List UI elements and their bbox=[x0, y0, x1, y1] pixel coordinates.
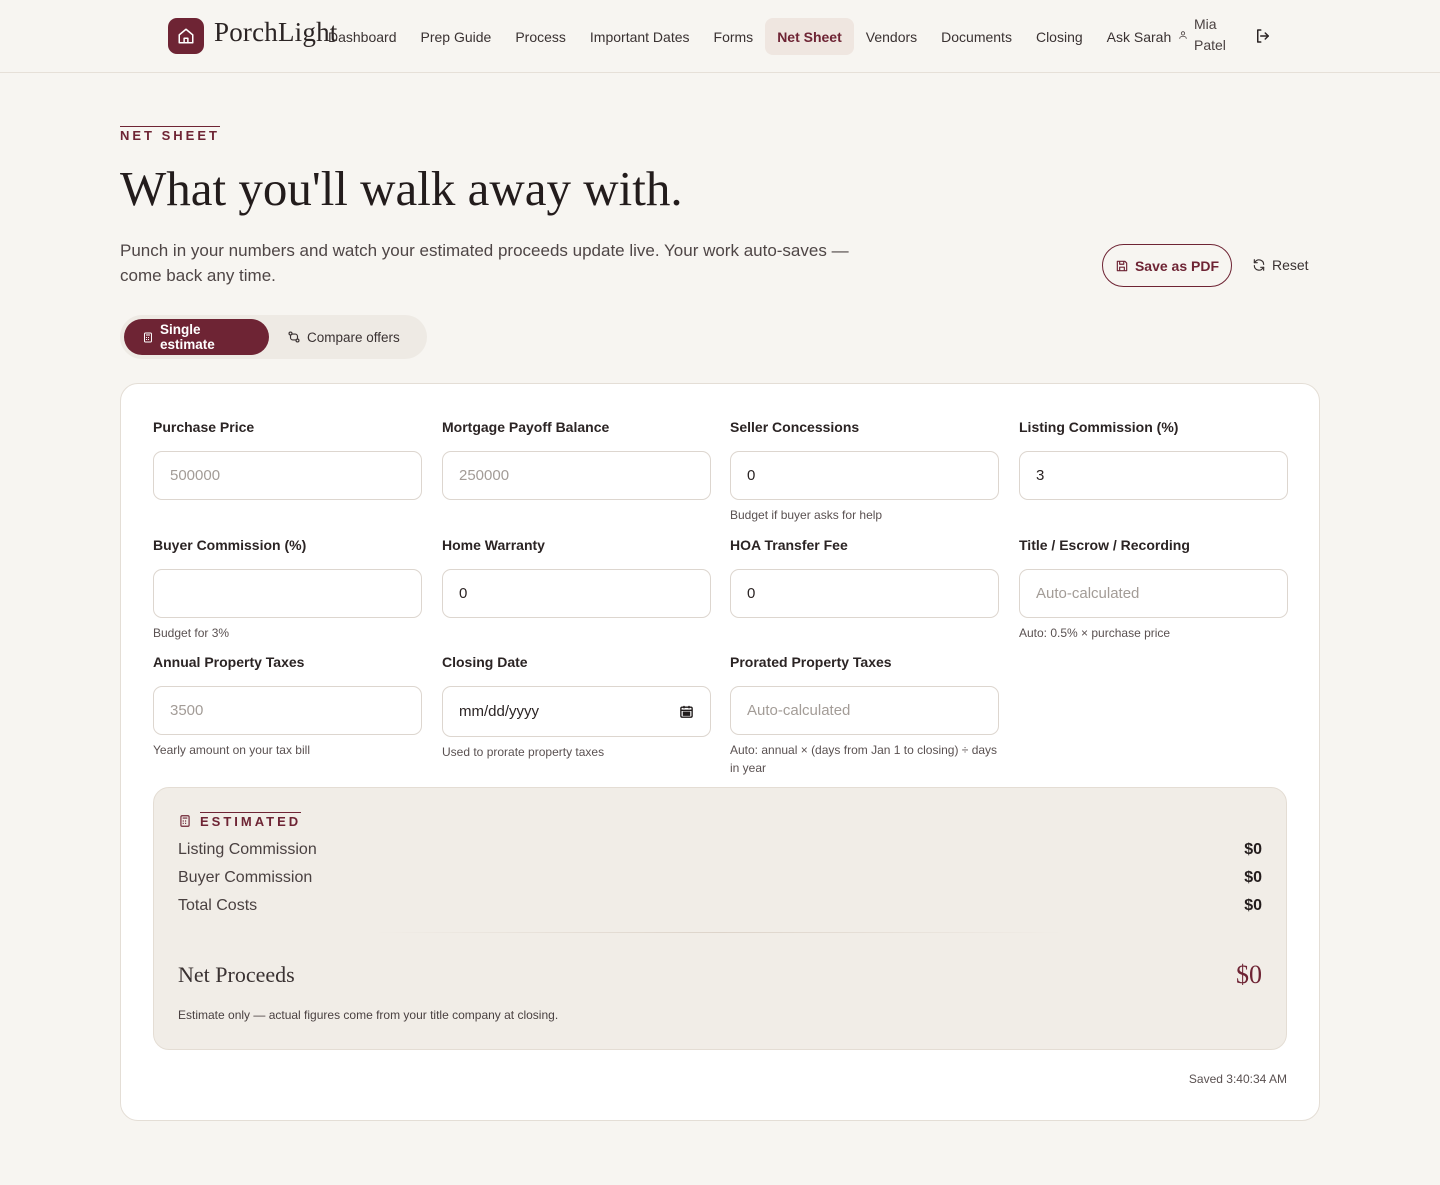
net-proceeds-value: $0 bbox=[1236, 960, 1262, 989]
field-label: Annual Property Taxes bbox=[153, 654, 305, 670]
estimate-row-value: $0 bbox=[1244, 841, 1262, 858]
closing-date-value: mm/dd/yyyy bbox=[459, 703, 540, 720]
home-warranty-input[interactable]: 0 bbox=[442, 569, 711, 618]
user-icon bbox=[1178, 27, 1188, 45]
divider bbox=[374, 932, 1064, 933]
field-buyer-commission: Buyer Commission (%) Budget for 3% bbox=[153, 535, 422, 642]
field-label: Mortgage Payoff Balance bbox=[442, 419, 610, 435]
field-help: Auto: annual × (days from Jan 1 to closi… bbox=[730, 743, 998, 775]
field-mortgage-payoff: Mortgage Payoff Balance 250000 bbox=[442, 417, 711, 500]
prorated-taxes-input[interactable]: Auto-calculated bbox=[730, 686, 999, 735]
net-proceeds-row: Net Proceeds $0 bbox=[178, 960, 1262, 990]
mode-toggle: Single estimate Compare offers bbox=[120, 315, 427, 359]
save-icon bbox=[1116, 260, 1128, 271]
home-logo-icon[interactable] bbox=[168, 18, 204, 54]
field-help: Yearly amount on your tax bill bbox=[153, 743, 310, 757]
nav-forms[interactable]: Forms bbox=[702, 18, 766, 55]
estimate-row-label: Buyer Commission bbox=[178, 869, 313, 886]
estimate-row: Buyer Commission $0 bbox=[178, 867, 1262, 889]
saved-status: Saved 3:40:34 AM bbox=[1188, 1072, 1287, 1086]
annual-taxes-input[interactable]: 3500 bbox=[153, 686, 422, 735]
seller-concessions-input[interactable]: 0 bbox=[730, 451, 999, 500]
field-label: Home Warranty bbox=[442, 537, 545, 553]
field-label: Closing Date bbox=[442, 654, 528, 670]
nav-net-sheet[interactable]: Net Sheet bbox=[765, 18, 854, 55]
field-label: Seller Concessions bbox=[730, 419, 860, 435]
top-nav-bar: PorchLight Dashboard Prep Guide Process … bbox=[0, 0, 1440, 73]
reset-label: Reset bbox=[1272, 257, 1309, 273]
field-help: Auto: 0.5% × purchase price bbox=[1019, 626, 1171, 640]
field-label: Title / Escrow / Recording bbox=[1019, 537, 1190, 553]
hoa-transfer-input[interactable]: 0 bbox=[730, 569, 999, 618]
section-eyebrow: NET SHEET bbox=[120, 126, 220, 143]
field-home-warranty: Home Warranty 0 bbox=[442, 535, 711, 618]
nav-dashboard[interactable]: Dashboard bbox=[316, 18, 409, 55]
compare-icon bbox=[288, 331, 300, 343]
closing-date-input[interactable]: mm/dd/yyyy bbox=[442, 686, 711, 737]
estimate-row-label: Listing Commission bbox=[178, 841, 317, 858]
main-nav: Dashboard Prep Guide Process Important D… bbox=[316, 18, 1183, 55]
calculator-icon bbox=[180, 814, 190, 827]
field-label: Prorated Property Taxes bbox=[730, 654, 892, 670]
field-help: Budget for 3% bbox=[153, 626, 230, 640]
tab-single-label: Single estimate bbox=[159, 322, 215, 352]
tab-compare-label: Compare offers bbox=[307, 329, 400, 345]
page-subtitle: Punch in your numbers and watch your est… bbox=[120, 241, 849, 285]
nav-vendors[interactable]: Vendors bbox=[854, 18, 929, 55]
estimate-header: ESTIMATED bbox=[178, 812, 302, 829]
field-prorated-taxes: Prorated Property Taxes Auto-calculated … bbox=[730, 652, 999, 777]
field-seller-concessions: Seller Concessions 0 Budget if buyer ask… bbox=[730, 417, 999, 524]
field-listing-commission: Listing Commission (%) 3 bbox=[1019, 417, 1288, 500]
estimate-row: Listing Commission $0 bbox=[178, 839, 1262, 861]
field-hoa-transfer: HOA Transfer Fee 0 bbox=[730, 535, 999, 618]
nav-prep-guide[interactable]: Prep Guide bbox=[409, 18, 504, 55]
refresh-icon bbox=[1253, 259, 1265, 271]
tab-compare-offers[interactable]: Compare offers bbox=[269, 319, 418, 355]
estimate-disclaimer: Estimate only — actual figures come from… bbox=[178, 1008, 559, 1022]
estimate-heading: ESTIMATED bbox=[200, 812, 302, 829]
net-proceeds-label: Net Proceeds bbox=[178, 962, 295, 987]
nav-closing[interactable]: Closing bbox=[1024, 18, 1095, 55]
field-annual-taxes: Annual Property Taxes 3500 Yearly amount… bbox=[153, 652, 422, 759]
purchase-price-input[interactable]: 500000 bbox=[153, 451, 422, 500]
field-label: Listing Commission (%) bbox=[1019, 419, 1179, 435]
field-help: Budget if buyer asks for help bbox=[730, 508, 883, 522]
title-escrow-input[interactable]: Auto-calculated bbox=[1019, 569, 1288, 618]
nav-documents[interactable]: Documents bbox=[929, 18, 1024, 55]
field-label: Purchase Price bbox=[153, 419, 255, 435]
field-help: Used to prorate property taxes bbox=[442, 745, 605, 759]
estimate-panel: ESTIMATED Listing Commission $0 Buyer Co… bbox=[153, 787, 1287, 1050]
estimate-row-value: $0 bbox=[1244, 897, 1262, 914]
buyer-commission-input[interactable] bbox=[153, 569, 422, 618]
save-pdf-label: Save as PDF bbox=[1134, 257, 1220, 274]
estimate-row-value: $0 bbox=[1244, 869, 1262, 886]
nav-process[interactable]: Process bbox=[503, 18, 578, 55]
user-menu[interactable]: Mia Patel bbox=[1178, 14, 1238, 58]
field-label: HOA Transfer Fee bbox=[730, 537, 848, 553]
estimate-row: Total Costs $0 bbox=[178, 895, 1262, 917]
calendar-icon[interactable] bbox=[679, 704, 694, 719]
listing-commission-input[interactable]: 3 bbox=[1019, 451, 1288, 500]
calculator-icon bbox=[143, 332, 152, 342]
estimate-row-label: Total Costs bbox=[178, 897, 258, 914]
field-title-escrow: Title / Escrow / Recording Auto-calculat… bbox=[1019, 535, 1288, 642]
net-sheet-card: Purchase Price 500000 Mortgage Payoff Ba… bbox=[120, 383, 1320, 1121]
tab-single-estimate[interactable]: Single estimate bbox=[124, 319, 269, 355]
field-label: Buyer Commission (%) bbox=[153, 537, 307, 553]
mortgage-payoff-input[interactable]: 250000 bbox=[442, 451, 711, 500]
user-name: Mia Patel bbox=[1194, 16, 1226, 53]
save-pdf-button[interactable]: Save as PDF bbox=[1102, 244, 1232, 287]
page-title: What you'll walk away with. bbox=[120, 161, 683, 216]
field-closing-date: Closing Date mm/dd/yyyy Used to prorate … bbox=[442, 652, 711, 761]
nav-ask-sarah[interactable]: Ask Sarah bbox=[1095, 18, 1184, 55]
reset-button[interactable]: Reset bbox=[1252, 252, 1309, 278]
logout-icon[interactable] bbox=[1254, 27, 1272, 50]
field-purchase-price: Purchase Price 500000 bbox=[153, 417, 422, 500]
nav-important-dates[interactable]: Important Dates bbox=[578, 18, 702, 55]
